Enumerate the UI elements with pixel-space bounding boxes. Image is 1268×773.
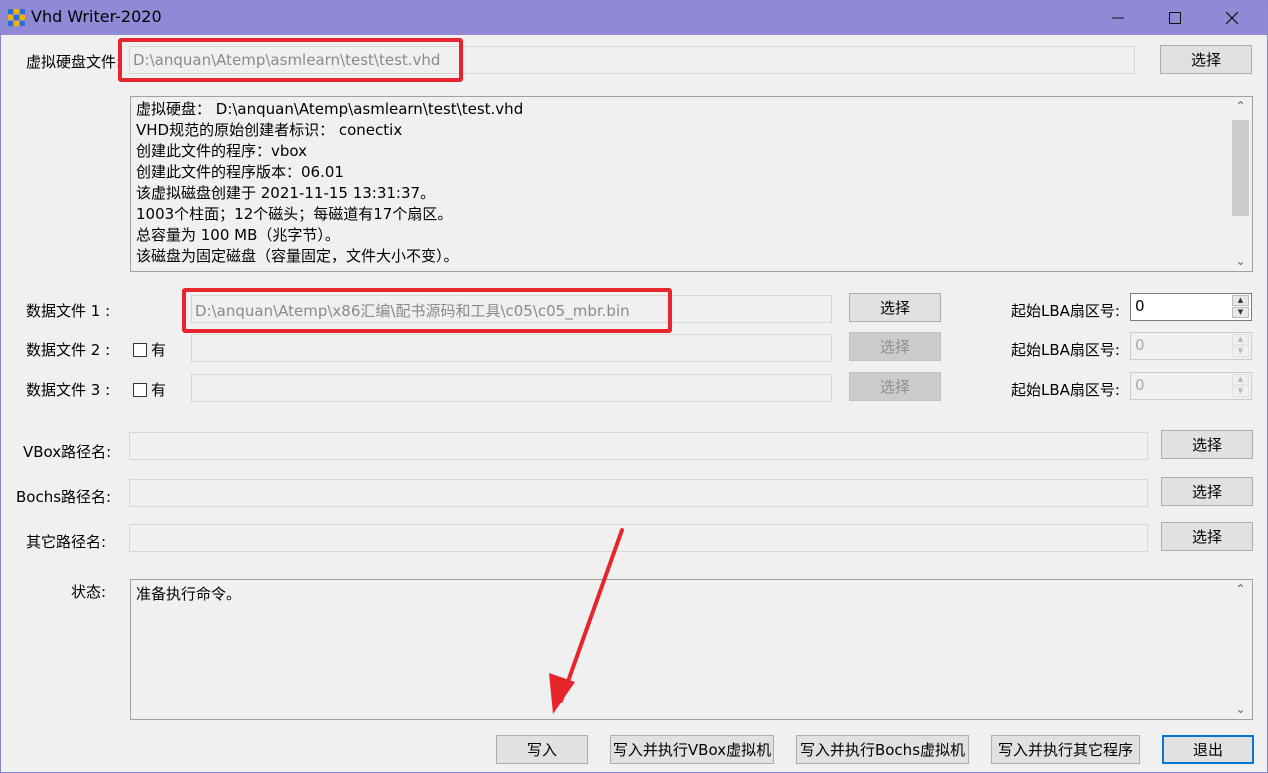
status-textbox[interactable]: 准备执行命令。 ⌃ ⌄ [130, 579, 1253, 720]
window-title: Vhd Writer-2020 [31, 7, 162, 26]
vhd-info-textbox[interactable]: 虚拟硬盘： D:\anquan\Atemp\asmlearn\test\test… [130, 96, 1253, 272]
minimize-icon [1112, 17, 1124, 19]
data-file-1-lba-label: 起始LBA扇区号: [1011, 302, 1120, 320]
stepper-down-icon[interactable]: ▼ [1232, 307, 1249, 318]
data-file-3-checkbox[interactable]: 有 [133, 379, 166, 400]
vhd-info-lines: 虚拟硬盘： D:\anquan\Atemp\asmlearn\test\test… [136, 99, 1226, 267]
data-file-3-path-field[interactable] [191, 374, 832, 402]
data-file-3-select-button[interactable]: 选择 [849, 372, 941, 401]
data-file-1-select-button[interactable]: 选择 [849, 293, 941, 322]
data-file-2-checkbox[interactable]: 有 [133, 339, 166, 360]
data-file-1-lba-stepper[interactable]: 0 ▲ ▼ [1130, 293, 1252, 321]
close-button[interactable] [1209, 1, 1255, 35]
scroll-up-icon[interactable]: ⌃ [1230, 581, 1251, 598]
status-text: 准备执行命令。 [136, 585, 242, 603]
other-path-label: 其它路径名: [26, 533, 107, 551]
bochs-select-button[interactable]: 选择 [1161, 477, 1253, 506]
data-file-3-lba-label: 起始LBA扇区号: [1011, 381, 1120, 399]
write-run-vbox-button[interactable]: 写入并执行VBox虚拟机 [610, 735, 774, 764]
info-line: 总容量为 100 MB（兆字节）。 [136, 226, 340, 244]
vhd-select-button[interactable]: 选择 [1160, 45, 1252, 74]
data-file-2-lba-label: 起始LBA扇区号: [1011, 341, 1120, 359]
scroll-up-icon[interactable]: ⌃ [1230, 98, 1251, 115]
write-run-bochs-button[interactable]: 写入并执行Bochs虚拟机 [796, 735, 969, 764]
info-line: 1003个柱面；12个磁头；每磁道有17个扇区。 [136, 205, 453, 223]
info-line: 该虚拟磁盘创建于 2021-11-15 13:31:37。 [136, 184, 436, 202]
maximize-icon [1169, 12, 1181, 24]
data-file-2-select-button[interactable]: 选择 [849, 332, 941, 361]
vbox-select-button[interactable]: 选择 [1161, 430, 1253, 459]
status-scrollbar[interactable]: ⌃ ⌄ [1230, 581, 1251, 718]
data-file-2-lba-stepper[interactable]: 0 ▲ ▼ [1130, 332, 1252, 360]
stepper-down-icon[interactable]: ▼ [1232, 346, 1249, 357]
info-line: 创建此文件的程序：vbox [136, 142, 307, 160]
scroll-down-icon[interactable]: ⌄ [1230, 253, 1251, 270]
info-line: 创建此文件的程序版本：06.01 [136, 163, 344, 181]
other-path-field[interactable] [129, 524, 1148, 552]
app-icon [8, 9, 25, 26]
info-scrollbar[interactable]: ⌃ ⌄ [1230, 98, 1251, 270]
write-button[interactable]: 写入 [496, 735, 588, 764]
checkbox-box[interactable] [133, 382, 147, 397]
lba-value: 0 [1135, 336, 1145, 354]
data-file-2-label: 数据文件 2 : [26, 341, 111, 359]
status-label: 状态: [71, 583, 107, 601]
vhd-file-label: 虚拟硬盘文件: [26, 53, 122, 71]
info-line: 虚拟硬盘： D:\anquan\Atemp\asmlearn\test\test… [136, 100, 524, 118]
maximize-button[interactable] [1152, 1, 1198, 35]
main-window: Vhd Writer-2020 虚拟硬盘文件: D:\anquan\Atemp\… [0, 0, 1268, 773]
write-run-other-button[interactable]: 写入并执行其它程序 [991, 735, 1140, 764]
data-file-1-path-field[interactable]: D:\anquan\Atemp\x86汇编\配书源码和工具\c05\c05_mb… [191, 295, 832, 323]
exit-button[interactable]: 退出 [1162, 735, 1254, 764]
data-file-1-label: 数据文件 1 : [26, 302, 111, 320]
bochs-path-label: Bochs路径名: [16, 488, 112, 506]
info-line: 该磁盘为固定磁盘（容量固定，文件大小不变）。 [136, 247, 459, 265]
info-line: VHD规范的原始创建者标识： conectix [136, 121, 403, 139]
bochs-path-field[interactable] [129, 479, 1148, 507]
data-file-2-path-field[interactable] [191, 334, 832, 362]
checkbox-label: 有 [151, 381, 167, 399]
annotation-arrow-icon [549, 528, 624, 714]
scroll-down-icon[interactable]: ⌄ [1230, 701, 1251, 718]
lba-value: 0 [1135, 297, 1145, 315]
checkbox-label: 有 [151, 341, 167, 359]
vhd-file-path-field[interactable]: D:\anquan\Atemp\asmlearn\test\test.vhd [129, 46, 1135, 74]
stepper-up-icon[interactable]: ▲ [1232, 295, 1249, 306]
stepper-down-icon[interactable]: ▼ [1232, 386, 1249, 397]
info-scroll-thumb[interactable] [1232, 120, 1249, 216]
other-select-button[interactable]: 选择 [1161, 522, 1253, 551]
title-bar[interactable]: Vhd Writer-2020 [1, 1, 1267, 35]
checkbox-box[interactable] [133, 342, 147, 357]
vbox-path-label: VBox路径名: [23, 443, 112, 461]
data-file-3-lba-stepper[interactable]: 0 ▲ ▼ [1130, 372, 1252, 400]
stepper-up-icon[interactable]: ▲ [1232, 374, 1249, 385]
minimize-button[interactable] [1095, 1, 1141, 35]
data-file-3-label: 数据文件 3 : [26, 381, 111, 399]
vbox-path-field[interactable] [129, 432, 1148, 460]
lba-value: 0 [1135, 376, 1145, 394]
stepper-up-icon[interactable]: ▲ [1232, 334, 1249, 345]
close-icon [1226, 12, 1238, 24]
